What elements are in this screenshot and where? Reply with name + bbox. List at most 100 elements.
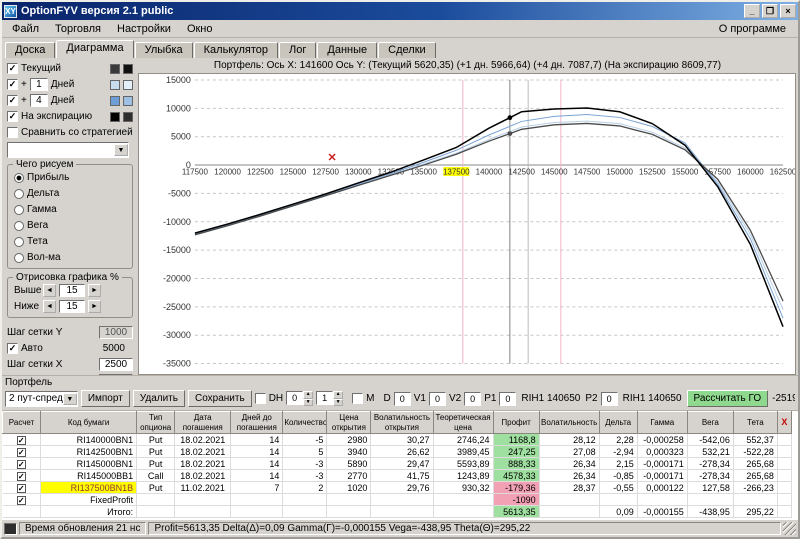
v1-input[interactable] [428,391,446,406]
col-header-13[interactable]: Вега [686,411,734,434]
col-header-10[interactable]: Волатильность [538,411,600,434]
tab-Улыбка[interactable]: Улыбка [134,42,193,58]
v2-input[interactable] [464,391,482,406]
cell-3: 18.02.2021 [174,433,232,446]
tab-Калькулятор[interactable]: Калькулятор [193,42,279,58]
col-header-14[interactable]: Тета [732,411,778,434]
chart-area[interactable]: 15000 10000 5000 0 -5000 -10000 -15000 -20000 -2… [138,73,796,375]
expiration-checkbox[interactable]: ✓ [7,111,18,122]
close-button[interactable]: × [780,4,796,18]
radio-Вол-ма[interactable] [14,252,24,263]
resize-grip[interactable] [783,522,796,535]
svg-text:-35000: -35000 [163,359,191,369]
col-header-2[interactable]: Тип опциона [136,411,176,434]
menu-Торговля[interactable]: Торговля [47,22,109,36]
tab-Диаграмма[interactable]: Диаграмма [56,40,134,58]
dh-spinner-2-arrows[interactable]: ▲ ▼ [333,391,344,406]
draw-group-title: Чего рисуем [13,159,77,170]
plus4-color-swatch[interactable] [110,95,120,106]
above-value-input[interactable] [59,284,85,297]
chevron-down-icon[interactable]: ▼ [62,392,77,405]
tab-Доска[interactable]: Доска [5,42,56,58]
plus1-color-swatch[interactable] [110,79,120,90]
d-input[interactable] [393,391,411,406]
dh-checkbox[interactable] [254,393,266,404]
col-header-7[interactable]: Волатильность открытия [370,411,434,434]
below-decrement-button[interactable]: ◄ [43,300,56,313]
col-header-8[interactable]: Теоретическая цена [432,411,494,434]
row-calc-checkbox[interactable]: ✓ [16,435,26,445]
col-header-0[interactable]: Расчет [2,411,42,434]
radio-Тета[interactable] [14,236,24,247]
plus1-days-input[interactable] [29,78,48,91]
row-calc-checkbox[interactable]: ✓ [16,483,26,493]
radio-Гамма[interactable] [14,204,24,215]
plus4-days-input[interactable] [29,94,48,107]
cell-14 [733,493,778,506]
title-bar[interactable]: XY OptionFYV версия 2.1 public _ ❐ × [2,2,798,20]
plus4-days-label: Дней [50,95,75,106]
row-calc-checkbox[interactable]: ✓ [16,459,26,469]
menu-Окно[interactable]: Окно [179,22,221,36]
save-button[interactable]: Сохранить [187,390,252,407]
chevron-down-icon[interactable]: ▼ [114,144,128,156]
p2-ticker[interactable]: RIH1 140650 [621,393,684,404]
menu-Настройки[interactable]: Настройки [109,22,179,36]
col-header-1[interactable]: Код бумаги [40,411,138,434]
cell-8 [433,493,494,506]
current-checkbox[interactable]: ✓ [7,63,18,74]
portfolio-select[interactable]: 2 пут-спред ▼ [5,390,78,407]
sko-count-input[interactable] [99,374,133,375]
dh-spinner-1-input[interactable] [286,391,304,405]
radio-Прибыль[interactable] [14,172,24,183]
tab-Лог[interactable]: Лог [279,42,317,58]
row-calc-checkbox[interactable]: ✓ [16,471,26,481]
compare-strategy-checkbox[interactable] [7,127,18,138]
m-checkbox[interactable] [352,393,364,404]
maximize-button[interactable]: ❐ [762,4,778,18]
plus4-color-swatch[interactable] [123,95,133,106]
tab-Данные[interactable]: Данные [317,42,378,58]
delete-button[interactable]: Удалить [132,390,185,407]
row-calc-checkbox[interactable]: ✓ [16,495,26,505]
cell-1: Итого: [40,505,138,518]
dh-spinner-1-arrows[interactable]: ▲ ▼ [303,391,314,406]
menu-Файл[interactable]: Файл [4,22,47,36]
row-calc-checkbox[interactable]: ✓ [16,447,26,457]
strategy-select[interactable]: ▼ [7,142,129,158]
col-header-5[interactable]: Количество [282,411,328,434]
current-color-swatch[interactable] [110,63,120,74]
pl-chart[interactable]: 150001000050000-5000-10000-15000-20000-2… [139,74,795,374]
cell-13: -278,34 [687,457,734,470]
col-header-4[interactable]: Дней до погашения [230,411,284,434]
below-value-input[interactable] [59,300,85,313]
col-header-15[interactable]: X [776,411,793,434]
above-increment-button[interactable]: ► [88,284,101,297]
col-header-11[interactable]: Дельта [598,411,638,434]
col-header-12[interactable]: Гамма [636,411,688,434]
radio-Дельта[interactable] [14,188,24,199]
col-header-9[interactable]: Профит [492,411,540,434]
radio-Вега[interactable] [14,220,24,231]
plus4-checkbox[interactable]: ✓ [7,95,18,106]
tab-Сделки[interactable]: Сделки [378,42,436,58]
p1-ticker[interactable]: RIH1 140650 [519,393,582,404]
below-increment-button[interactable]: ► [88,300,101,313]
col-header-6[interactable]: Цена открытия [326,411,372,434]
plus1-color-swatch[interactable] [123,79,133,90]
col-header-3[interactable]: Дата погашения [174,411,232,434]
step-x-input[interactable] [99,358,133,371]
expiration-color-swatch[interactable] [110,111,120,122]
menu-about[interactable]: О программе [709,22,796,36]
p1-input[interactable] [499,391,517,406]
current-color-swatch[interactable] [123,63,133,74]
expiration-color-swatch[interactable] [123,111,133,122]
above-decrement-button[interactable]: ◄ [43,284,56,297]
p2-input[interactable] [600,391,618,406]
import-button[interactable]: Импорт [80,390,130,407]
dh-spinner-2-input[interactable] [316,391,334,405]
minimize-button[interactable]: _ [744,4,760,18]
calc-go-button[interactable]: Рассчитать ГО [686,390,769,407]
plus1-checkbox[interactable]: ✓ [7,79,18,90]
auto-grid-checkbox[interactable]: ✓ [7,343,18,354]
